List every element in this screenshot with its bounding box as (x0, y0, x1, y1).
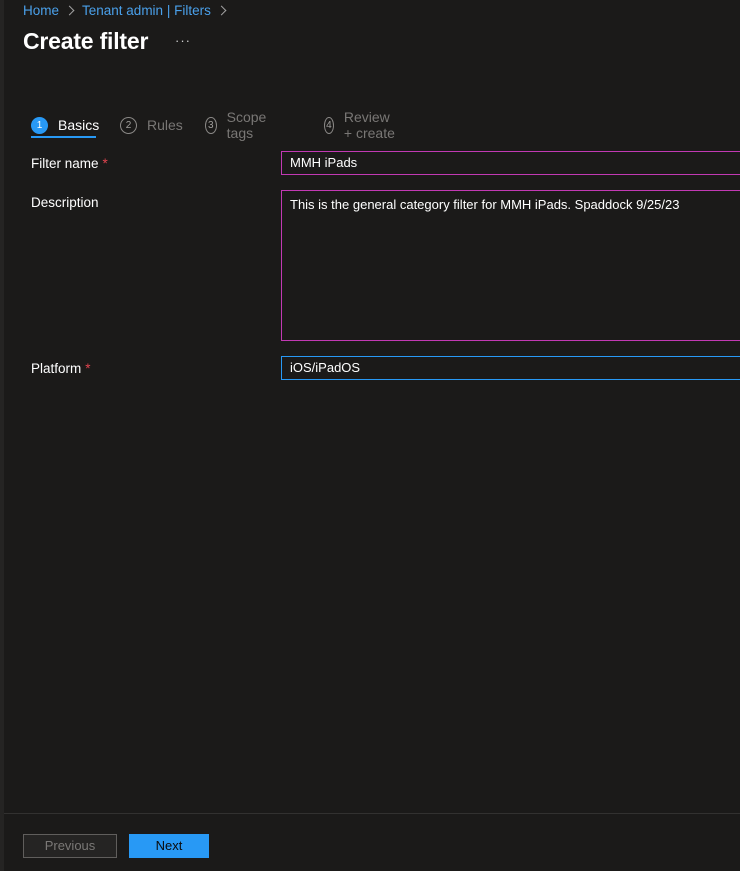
platform-select[interactable]: iOS/iPadOS (281, 356, 740, 380)
step-number-3: 3 (205, 116, 217, 134)
step-number-1: 1 (31, 116, 48, 134)
tab-scope-tags[interactable]: 3 Scope tags (205, 109, 272, 141)
step-number-2: 2 (120, 116, 137, 134)
chevron-right-icon (216, 5, 227, 15)
left-edge (0, 0, 4, 871)
active-step-indicator (31, 136, 96, 138)
filter-name-input[interactable]: MMH iPads (281, 151, 740, 175)
tab-basics[interactable]: 1 Basics (31, 111, 99, 139)
platform-label-text: Platform (31, 361, 82, 376)
description-textarea[interactable]: This is the general category filter for … (281, 190, 740, 341)
required-indicator: * (85, 361, 91, 376)
tab-rules[interactable]: 2 Rules (120, 111, 183, 139)
footer-divider (4, 813, 740, 814)
step-label-basics: Basics (58, 117, 100, 133)
previous-button[interactable]: Previous (23, 834, 117, 858)
platform-label: Platform * (31, 361, 91, 376)
required-indicator: * (102, 156, 108, 171)
step-label-review-create: Review + create (343, 109, 395, 141)
description-label: Description (31, 195, 99, 210)
next-button[interactable]: Next (129, 834, 209, 858)
more-options-button[interactable]: ··· (172, 33, 194, 51)
breadcrumb-filters-link[interactable]: Tenant admin | Filters (82, 3, 211, 18)
breadcrumb-home-link[interactable]: Home (23, 3, 59, 18)
step-label-rules: Rules (147, 117, 183, 133)
step-label-scope-tags: Scope tags (226, 109, 267, 141)
chevron-right-icon (64, 5, 75, 15)
page-title: Create filter (23, 28, 149, 54)
filter-name-label-text: Filter name (31, 156, 99, 171)
tab-review-create[interactable]: 4 Review + create (324, 109, 397, 141)
filter-name-label: Filter name * (31, 156, 108, 171)
breadcrumb: Home Tenant admin | Filters (23, 1, 234, 19)
step-number-4: 4 (324, 116, 334, 134)
